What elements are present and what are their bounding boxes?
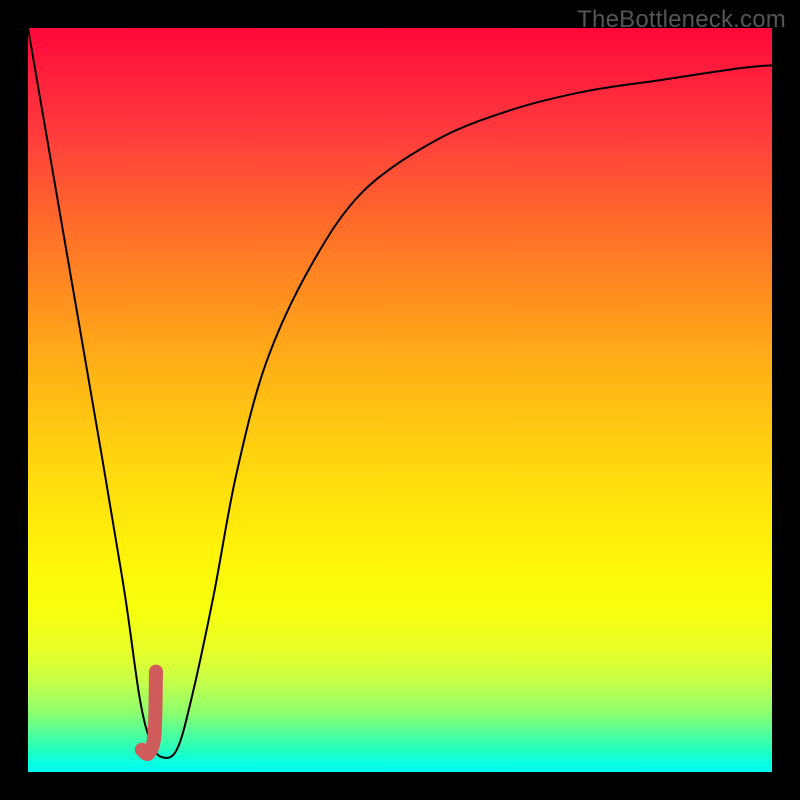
bottleneck-curve — [28, 28, 772, 758]
chart-frame: TheBottleneck.com — [0, 0, 800, 800]
plot-area — [28, 28, 772, 772]
curve-layer — [28, 28, 772, 772]
watermark-text: TheBottleneck.com — [577, 6, 786, 34]
highlight-segment — [142, 672, 156, 754]
